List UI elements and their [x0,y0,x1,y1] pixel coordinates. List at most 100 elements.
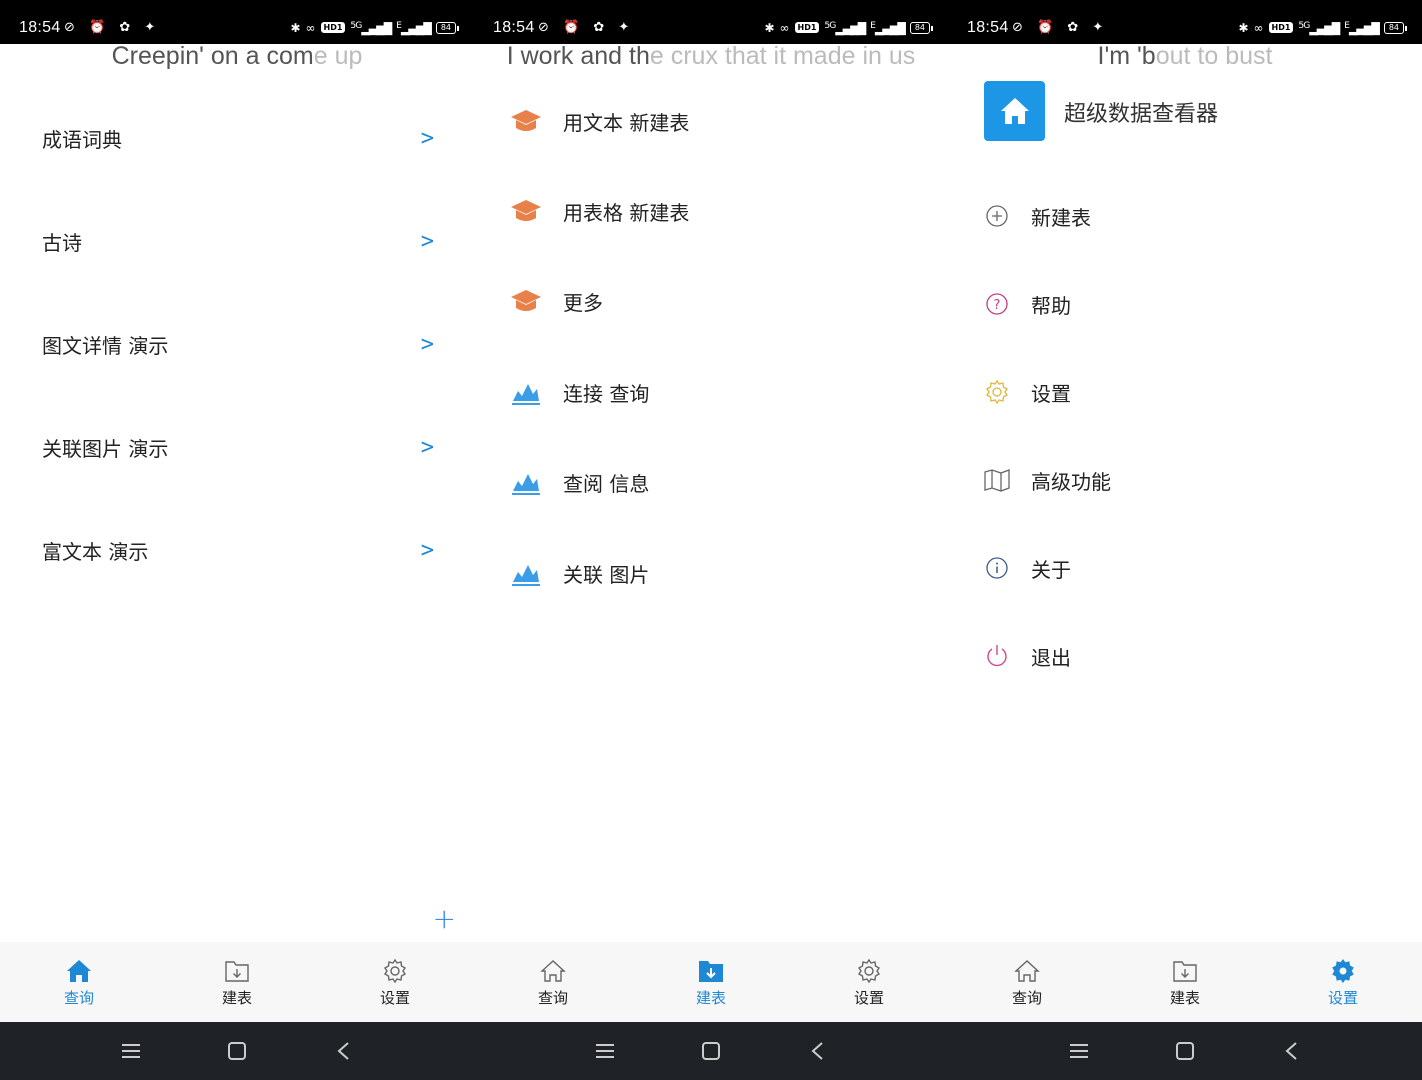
menu-item-create-from-text[interactable]: 用文本 新建表 [510,101,689,141]
bluetooth-icon: ✱ [1238,20,1249,35]
gear-icon [381,957,409,985]
menu-icon[interactable] [591,1037,619,1065]
screen-query: 18:54 ⊘ ⏰ ✿ ✦ ✱ ∞ HD1 5G▂▄▆█ E▂▄▆█ 84 Cr… [0,0,474,1080]
menu-item-linked-images[interactable]: 关联 图片 [510,553,649,593]
back-icon[interactable] [803,1037,831,1065]
bottom-tab-bar: 查询 建表 设置 [948,942,1422,1022]
bluetooth-icon: ✱ [764,20,775,35]
system-nav-bar [0,1022,474,1080]
status-bar: 18:54 ⊘ ⏰ ✿ ✦ ✱ ∞ HD1 5G▂▄▆█ E▂▄▆█ 84 [0,0,474,44]
folder-download-icon [697,957,725,985]
link-icon: ∞ [1253,20,1264,35]
folder-download-icon [223,957,251,985]
home-icon [1000,98,1029,124]
battery-indicator: 84 [435,21,460,34]
menu-item-connect-query[interactable]: 连接 查询 [510,372,649,412]
home-icon [1013,957,1041,985]
home-square-icon[interactable] [223,1037,251,1065]
graduation-cap-icon [510,197,542,225]
status-time: 18:54 [19,19,61,36]
list-item-idiom-dictionary[interactable]: 成语词典 > [42,118,442,158]
menu-item-about[interactable]: 关于 [983,548,1071,588]
menu-item-more[interactable]: 更多 [510,281,603,321]
tab-query[interactable]: 查询 [948,942,1106,1022]
home-square-icon[interactable] [1171,1037,1199,1065]
back-icon[interactable] [1277,1037,1305,1065]
signal-5g-icon: 5G▂▄▆█ [350,20,392,36]
area-chart-icon [510,559,542,587]
plus-circle-icon [983,202,1011,230]
tab-settings[interactable]: 设置 [316,942,474,1022]
notification-icons: ⊘ ⏰ ✿ ✦ [64,20,161,35]
menu-item-view-info[interactable]: 查阅 信息 [510,462,649,502]
status-right-icons: ✱ ∞ HD1 5G▂▄▆█ E▂▄▆█ 84 [290,20,460,36]
area-chart-icon [510,378,542,406]
notification-icons: ⊘ ⏰ ✿ ✦ [1012,20,1109,35]
link-icon: ∞ [779,20,790,35]
signal-e-icon: E▂▄▆█ [1344,20,1380,36]
folder-download-icon [1171,957,1199,985]
menu-icon[interactable] [117,1037,145,1065]
system-nav-bar [474,1022,948,1080]
gear-icon [855,957,883,985]
screen-settings: 18:54 ⊘ ⏰ ✿ ✦ ✱ ∞ HD1 5G▂▄▆█ E▂▄▆█ 84 I'… [948,0,1422,1080]
tab-query[interactable]: 查询 [474,942,632,1022]
signal-5g-icon: 5G▂▄▆█ [1298,20,1340,36]
menu-item-settings[interactable]: 设置 [983,372,1071,412]
bottom-tab-bar: 查询 建表 设置 [474,942,948,1022]
help-circle-icon: ? [983,290,1011,318]
chevron-right-icon: > [420,537,434,563]
power-icon [983,642,1011,670]
map-icon [983,466,1011,494]
battery-indicator: 84 [1383,21,1408,34]
tab-settings[interactable]: 设置 [790,942,948,1022]
tab-create-table[interactable]: 建表 [158,942,316,1022]
link-icon: ∞ [305,20,316,35]
add-button[interactable]: + [433,902,456,935]
lyric-banner: I work and the crux that it made in us [506,42,916,70]
gear-icon [1329,957,1357,985]
hd-badge: HD1 [794,22,820,34]
info-circle-icon [983,554,1011,582]
bluetooth-icon: ✱ [290,20,301,35]
menu-item-help[interactable]: ? 帮助 [983,284,1071,324]
svg-text:?: ? [994,298,1001,313]
chevron-right-icon: > [420,228,434,254]
list-item-image-text-demo[interactable]: 图文详情 演示 > [42,324,442,364]
home-icon [539,957,567,985]
tab-create-table[interactable]: 建表 [1106,942,1264,1022]
chevron-right-icon: > [420,331,434,357]
tab-settings[interactable]: 设置 [1264,942,1422,1022]
system-nav-bar [948,1022,1422,1080]
status-right-icons: ✱ ∞ HD1 5G▂▄▆█ E▂▄▆█ 84 [1238,20,1408,36]
signal-5g-icon: 5G▂▄▆█ [824,20,866,36]
back-icon[interactable] [329,1037,357,1065]
menu-item-advanced[interactable]: 高级功能 [983,460,1111,500]
status-time: 18:54 [967,19,1009,36]
notification-icons: ⊘ ⏰ ✿ ✦ [538,20,635,35]
graduation-cap-icon [510,107,542,135]
signal-e-icon: E▂▄▆█ [870,20,906,36]
lyric-banner: I'm 'bout to bust [1097,42,1273,70]
status-bar: 18:54 ⊘ ⏰ ✿ ✦ ✱ ∞ HD1 5G▂▄▆█ E▂▄▆█ 84 [474,0,948,44]
hd-badge: HD1 [1268,22,1294,34]
menu-icon[interactable] [1065,1037,1093,1065]
list-item-ancient-poems[interactable]: 古诗 > [42,221,442,261]
screen-create-table: 18:54 ⊘ ⏰ ✿ ✦ ✱ ∞ HD1 5G▂▄▆█ E▂▄▆█ 84 I … [474,0,948,1080]
signal-e-icon: E▂▄▆█ [396,20,432,36]
lyric-banner: Creepin' on a come up [111,42,363,70]
home-square-icon[interactable] [697,1037,725,1065]
list-item-rich-text-demo[interactable]: 富文本 演示 > [42,530,442,570]
menu-item-exit[interactable]: 退出 [983,636,1071,676]
bottom-tab-bar: 查询 建表 设置 [0,942,474,1022]
menu-item-new-table[interactable]: 新建表 [983,196,1091,236]
app-logo [984,81,1045,141]
tab-query[interactable]: 查询 [0,942,158,1022]
list-item-linked-images-demo[interactable]: 关联图片 演示 > [42,427,442,467]
chevron-right-icon: > [420,434,434,460]
gear-icon [983,378,1011,406]
tab-create-table[interactable]: 建表 [632,942,790,1022]
menu-item-create-from-sheet[interactable]: 用表格 新建表 [510,191,689,231]
status-time: 18:54 [493,19,535,36]
hd-badge: HD1 [320,22,346,34]
